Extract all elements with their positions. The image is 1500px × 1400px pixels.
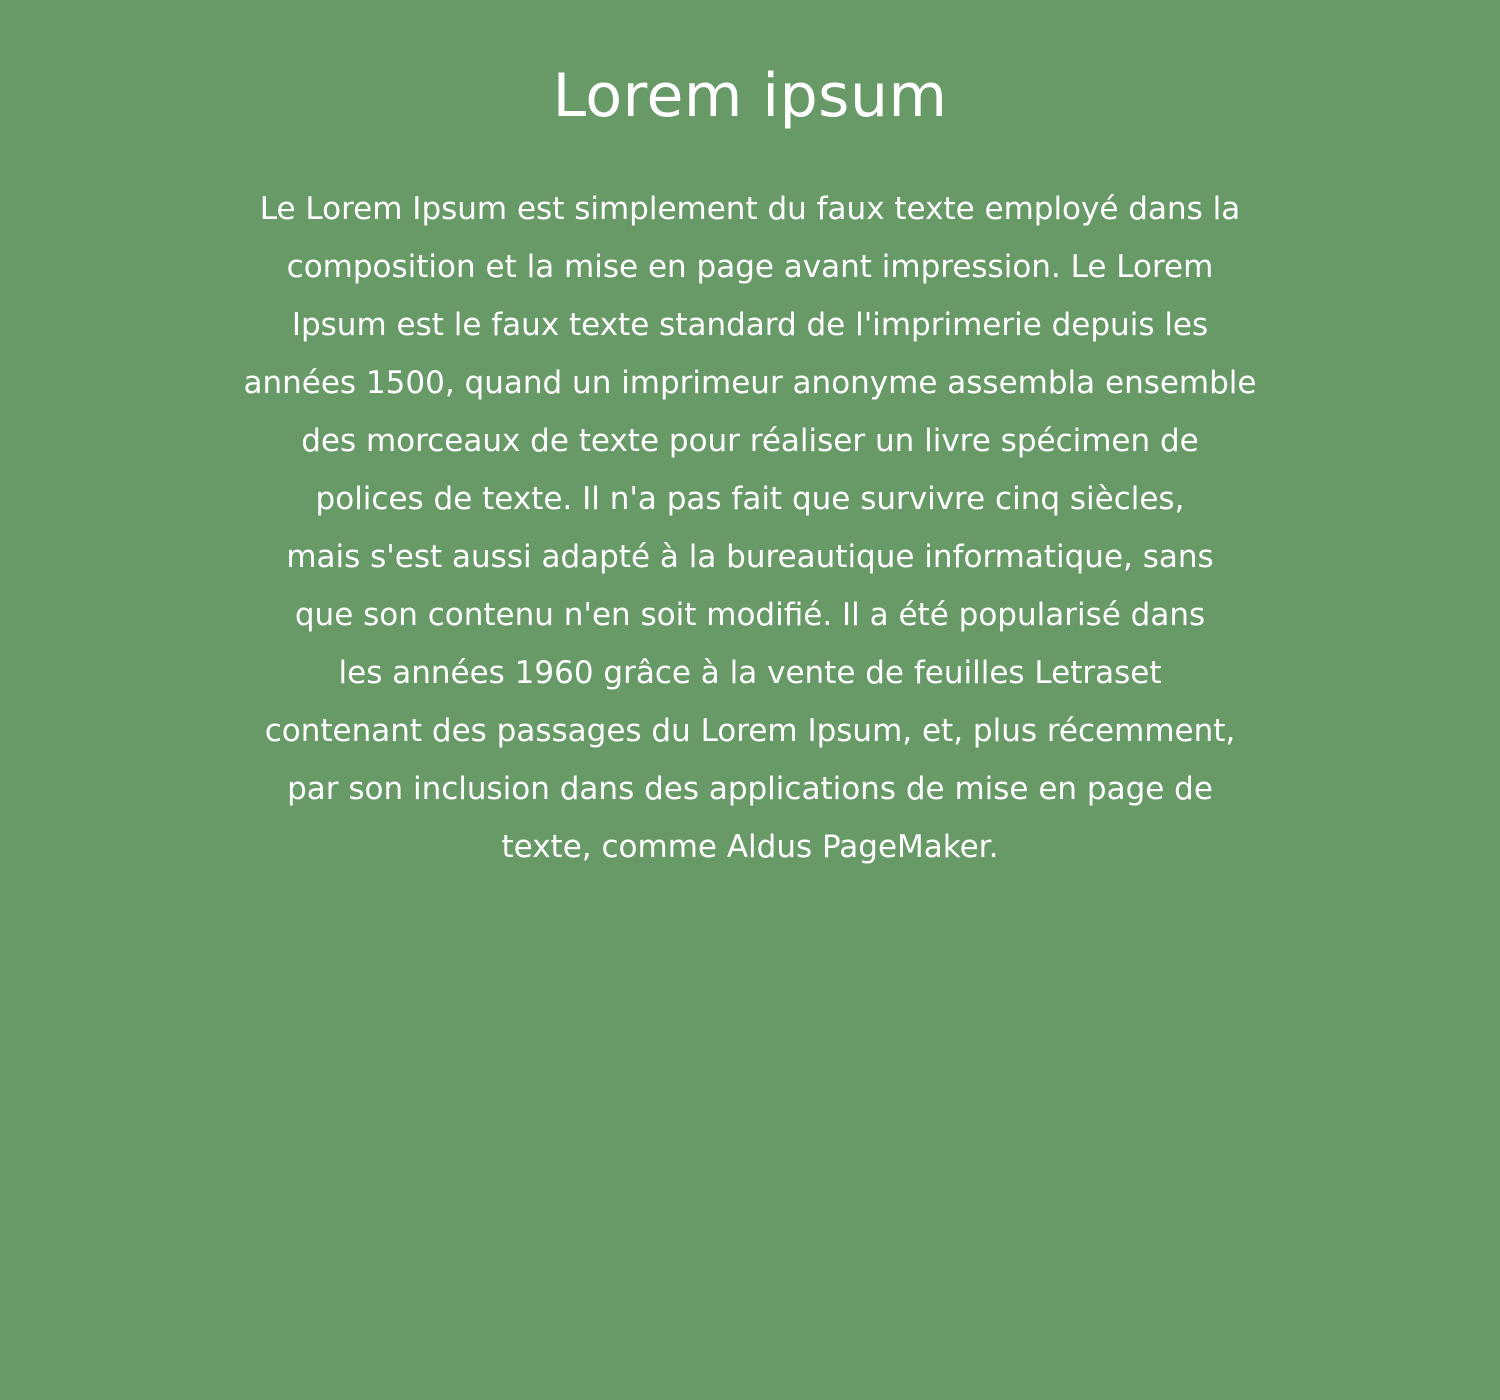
paragraph-line: mais s'est aussi adapté à la bureautique… (286, 539, 1214, 575)
paragraph-line: Ipsum est le faux texte standard de l'im… (291, 307, 1209, 343)
paragraph-line: texte, comme Aldus PageMaker. (501, 829, 999, 865)
paragraph-line: composition et la mise en page avant imp… (286, 249, 1214, 285)
paragraph-line: Le Lorem Ipsum est simplement du faux te… (259, 191, 1241, 227)
paragraph-line: que son contenu n'en soit modifié. Il a … (294, 597, 1206, 633)
paragraph-line: par son inclusion dans des applications … (287, 771, 1213, 807)
paragraph-line: des morceaux de texte pour réaliser un l… (301, 423, 1199, 459)
paragraph-line: polices de texte. Il n'a pas fait que su… (315, 481, 1185, 517)
paragraph-line: contenant des passages du Lorem Ipsum, e… (264, 713, 1236, 749)
paragraph-line: les années 1960 grâce à la vente de feui… (338, 655, 1162, 691)
page-title: Lorem ipsum (552, 61, 948, 131)
paragraph-line: années 1500, quand un imprimeur anonyme … (243, 365, 1257, 401)
body-paragraph: Le Lorem Ipsum est simplement du faux te… (0, 180, 1500, 876)
